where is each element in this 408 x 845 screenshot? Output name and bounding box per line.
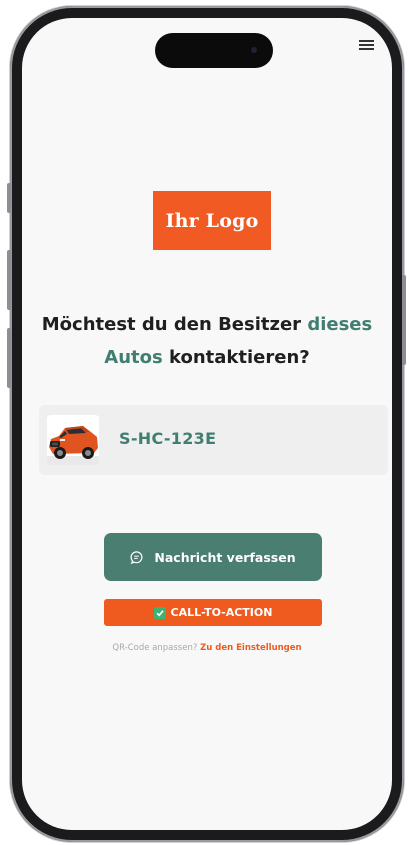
volume-down-button [7,328,11,388]
chat-bubble-icon [130,550,143,564]
settings-link[interactable]: Zu den Einstellungen [200,643,302,653]
headline-accent-1: dieses [307,314,373,335]
headline-accent-2: Autos [104,347,163,368]
brand-logo: Ihr Logo [153,191,271,250]
compose-message-label: Nachricht verfassen [154,549,296,565]
qr-settings-hint: QR-Code anpassen? Zu den Einstellungen [22,643,392,653]
front-camera [251,47,257,53]
qr-hint-text: QR-Code anpassen? [112,643,198,653]
call-to-action-button[interactable]: CALL-TO-ACTION [104,599,322,626]
compose-message-button[interactable]: Nachricht verfassen [104,533,322,581]
car-photo [47,415,99,465]
silent-switch [7,183,11,213]
phone-screen: Ihr Logo Möchtest du den Besitzer dieses… [22,18,392,830]
dynamic-island [155,33,273,68]
hamburger-menu-icon[interactable] [359,40,374,52]
page-headline: Möchtest du den Besitzer dieses Autos ko… [32,308,382,374]
license-plate: S-HC-123E [119,429,217,448]
vehicle-card: S-HC-123E [39,405,388,475]
headline-part1: Möchtest du den Besitzer [41,314,308,335]
logo-text: Ihr Logo [165,209,259,232]
headline-part2: kontaktieren? [162,347,310,368]
call-to-action-label: CALL-TO-ACTION [170,606,273,619]
checkbox-checked-icon [153,606,166,619]
power-button [402,275,406,365]
volume-up-button [7,250,11,310]
